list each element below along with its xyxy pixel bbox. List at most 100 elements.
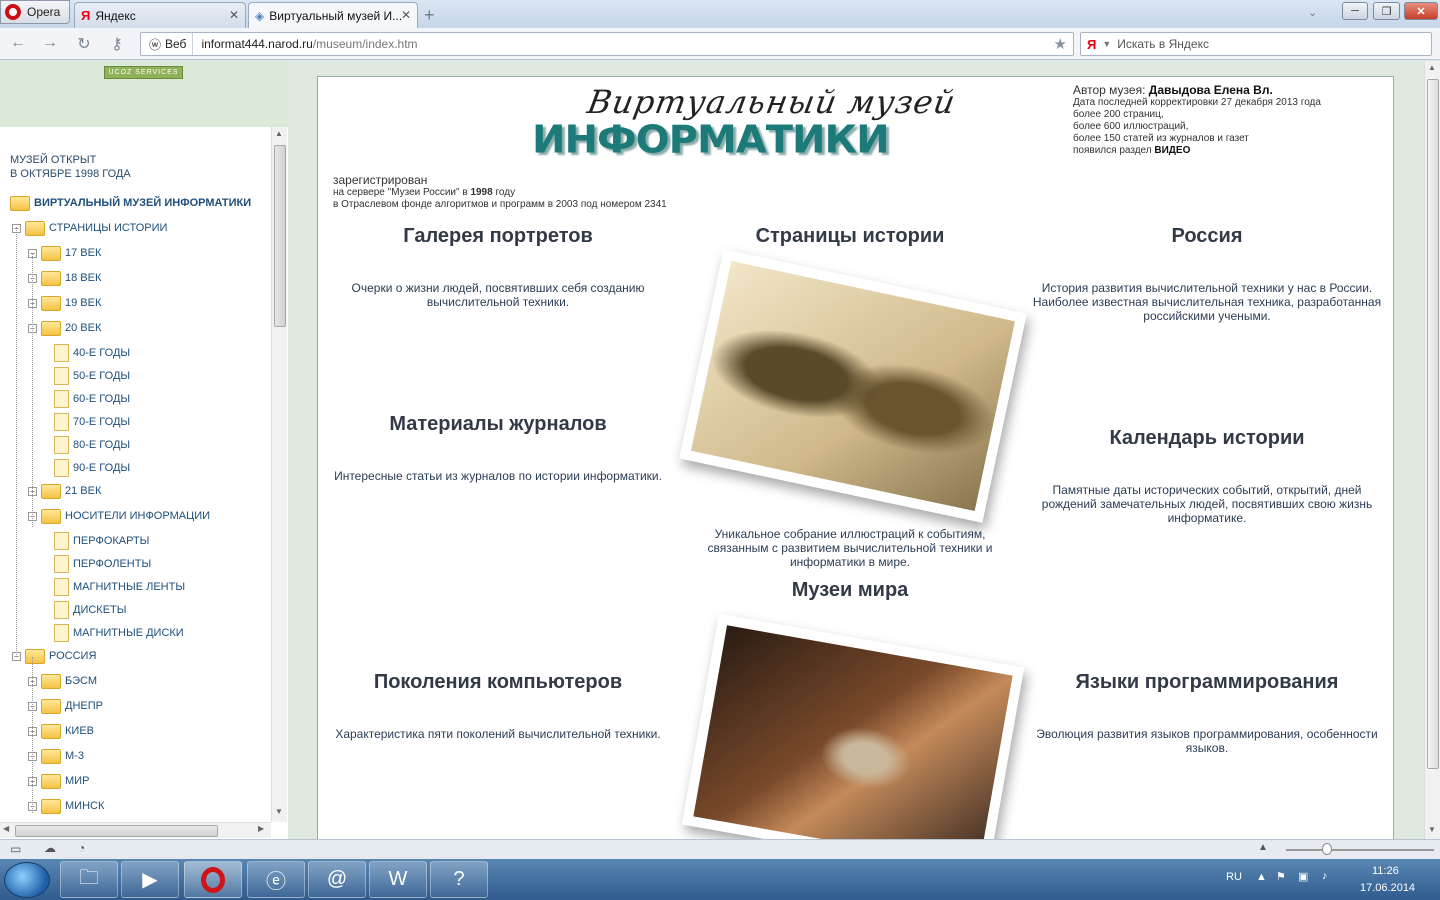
- section-languages-title[interactable]: Языки программирования: [1030, 671, 1384, 694]
- tree-item[interactable]: −19 ВЕК: [28, 293, 101, 313]
- tree-item[interactable]: −17 ВЕК: [28, 243, 101, 263]
- page-scroll-thumb[interactable]: [1427, 79, 1439, 769]
- tree-item[interactable]: − МИНСК: [28, 796, 104, 816]
- tree-item[interactable]: ДИСКЕТЫ: [54, 600, 127, 620]
- tab-menu-chevron-icon[interactable]: ⌄: [1308, 6, 1317, 19]
- tray-expand-icon[interactable]: ▲: [1256, 871, 1267, 883]
- tree-item[interactable]: 50-Е ГОДЫ: [54, 366, 130, 386]
- close-tab-icon[interactable]: ✕: [229, 8, 239, 22]
- history-photo[interactable]: [679, 249, 1027, 523]
- museum-main-panel: Виртуальный музей ИНФОРМАТИКИ Автор музе…: [317, 76, 1394, 879]
- bookmark-star-icon[interactable]: ★: [1054, 35, 1067, 53]
- tree-item[interactable]: −18 ВЕК: [28, 268, 101, 288]
- tree-item[interactable]: 90-Е ГОДЫ: [54, 458, 130, 478]
- section-calendar-title[interactable]: Календарь истории: [1030, 427, 1384, 450]
- tree-item[interactable]: − СТРАНИЦЫ ИСТОРИИ: [12, 218, 167, 238]
- tree-item-label: НОСИТЕЛИ ИНФОРМАЦИИ: [65, 510, 211, 522]
- tree-item[interactable]: ПЕРФОЛЕНТЫ: [54, 554, 151, 574]
- cloud-icon[interactable]: ☁: [44, 841, 56, 855]
- section-russia-title[interactable]: Россия: [1030, 225, 1384, 248]
- new-tab-icon[interactable]: +: [424, 5, 435, 26]
- section-journals-title[interactable]: Материалы журналов: [333, 413, 663, 436]
- tree-scrollbar[interactable]: ▲ ▼: [271, 127, 287, 822]
- tree-item[interactable]: 60-Е ГОДЫ: [54, 389, 130, 409]
- search-dropdown-icon[interactable]: ▼: [1102, 39, 1111, 49]
- tree-guide-line: [32, 253, 33, 527]
- restore-button[interactable]: ❐: [1373, 2, 1400, 20]
- tree-guide-line: [16, 227, 17, 657]
- help-icon[interactable]: ?: [430, 861, 488, 898]
- key-icon[interactable]: ⚷: [104, 34, 130, 54]
- tree-item[interactable]: − БЭСМ: [28, 671, 97, 691]
- language-indicator[interactable]: RU: [1226, 871, 1242, 883]
- tree-item[interactable]: − МИР: [28, 771, 89, 791]
- folder-icon: [25, 648, 45, 664]
- reload-icon[interactable]: ↻: [74, 34, 94, 54]
- opera-taskbar-icon[interactable]: [184, 861, 242, 898]
- tab-museum[interactable]: ◈ Виртуальный музей И... ✕: [248, 2, 418, 28]
- tree-item[interactable]: 80-Е ГОДЫ: [54, 435, 130, 455]
- tree-hscrollbar[interactable]: ◀ ▶: [0, 822, 271, 838]
- tree-item[interactable]: −21 ВЕК: [28, 481, 101, 501]
- section-portraits-text: Очерки о жизни людей, посвятивших себя с…: [351, 281, 645, 309]
- opera-menu-button[interactable]: Opera: [0, 0, 70, 24]
- tree-hscroll-thumb[interactable]: [15, 825, 218, 837]
- tree-item[interactable]: ПЕРФОКАРТЫ: [54, 531, 149, 551]
- volume-icon[interactable]: ♪: [1322, 870, 1328, 882]
- zoom-slider-knob[interactable]: [1322, 843, 1332, 855]
- tree-root[interactable]: ВИРТУАЛЬНЫЙ МУЗЕЙ ИНФОРМАТИКИ: [10, 193, 251, 213]
- close-window-button[interactable]: ✕: [1404, 2, 1438, 20]
- section-museums-title[interactable]: Музеи мира: [678, 579, 1022, 602]
- tree-item[interactable]: − РОССИЯ: [12, 646, 96, 666]
- tree-item[interactable]: − ДНЕПР: [28, 696, 103, 716]
- close-tab-icon[interactable]: ✕: [401, 8, 411, 22]
- page-scrollbar[interactable]: ▲ ▼: [1424, 61, 1440, 839]
- tree-item[interactable]: −20 ВЕК: [28, 318, 101, 338]
- registration-details: на сервере "Музеи России" в 1998 году в …: [333, 187, 667, 210]
- zoom-slider[interactable]: [1286, 849, 1434, 851]
- speed-dial-icon[interactable]: ◔: [78, 841, 85, 855]
- tab-label: Яндекс: [95, 8, 136, 23]
- tree-item[interactable]: МАГНИТНЫЕ ЛЕНТЫ: [54, 577, 185, 597]
- tree-item[interactable]: МАГНИТНЫЕ ДИСКИ: [54, 623, 184, 643]
- tree-item-label: 19 ВЕК: [65, 297, 102, 309]
- tree-item[interactable]: − КИЕВ: [28, 721, 94, 741]
- tree-item[interactable]: 70-Е ГОДЫ: [54, 412, 130, 432]
- internet-explorer-icon[interactable]: ⓔ: [247, 861, 305, 898]
- flag-icon[interactable]: ⚑: [1276, 870, 1286, 883]
- forward-icon[interactable]: →: [40, 34, 60, 52]
- zoom-up-icon[interactable]: ▲: [1258, 842, 1268, 853]
- museum-logo[interactable]: ИНФОРМАТИКИ: [532, 118, 890, 162]
- folder-icon: [41, 245, 61, 261]
- section-portraits-title[interactable]: Галерея портретов: [333, 225, 663, 248]
- tree-item-label: МИР: [65, 775, 90, 787]
- media-player-icon[interactable]: ▶: [121, 861, 179, 898]
- panel-toggle-icon[interactable]: ▭: [10, 842, 21, 856]
- video-link[interactable]: ВИДЕО: [1154, 145, 1190, 156]
- address-bar[interactable]: ⓦ Веб informat444.narod.ru/museum/index.…: [140, 32, 1074, 56]
- search-field[interactable]: Я ▼ Искать в Яндекс: [1080, 32, 1432, 56]
- explorer-icon[interactable]: 🗀: [60, 861, 118, 898]
- tree-scroll-thumb[interactable]: [274, 145, 286, 327]
- url-text[interactable]: informat444.narod.ru/museum/index.htm: [193, 37, 417, 51]
- clock-time[interactable]: 11:26: [1372, 865, 1399, 877]
- section-history-title[interactable]: Страницы истории: [678, 225, 1022, 248]
- start-button[interactable]: [4, 862, 50, 898]
- tree-item-label: 90-Е ГОДЫ: [73, 462, 131, 474]
- tree-item[interactable]: − М-3: [28, 746, 84, 766]
- mail-icon[interactable]: @: [308, 861, 366, 898]
- back-icon[interactable]: ←: [8, 34, 28, 52]
- tab-yandex[interactable]: Я Яндекс ✕: [74, 2, 246, 28]
- minimize-button[interactable]: ─: [1342, 2, 1368, 20]
- page-icon: [54, 344, 69, 362]
- section-generations-title[interactable]: Поколения компьютеров: [333, 671, 663, 694]
- tree-item-label: 40-Е ГОДЫ: [73, 347, 131, 359]
- page-icon: [54, 459, 69, 477]
- clock-date[interactable]: 17.06.2014: [1360, 882, 1415, 894]
- network-icon[interactable]: ▣: [1298, 870, 1308, 883]
- tree-item[interactable]: − НОСИТЕЛИ ИНФОРМАЦИИ: [28, 506, 210, 526]
- folder-icon: [41, 673, 61, 689]
- word-icon[interactable]: W: [369, 861, 427, 898]
- ucoz-badge[interactable]: UCOZ SERVICES: [104, 66, 183, 79]
- tree-item[interactable]: 40-Е ГОДЫ: [54, 343, 130, 363]
